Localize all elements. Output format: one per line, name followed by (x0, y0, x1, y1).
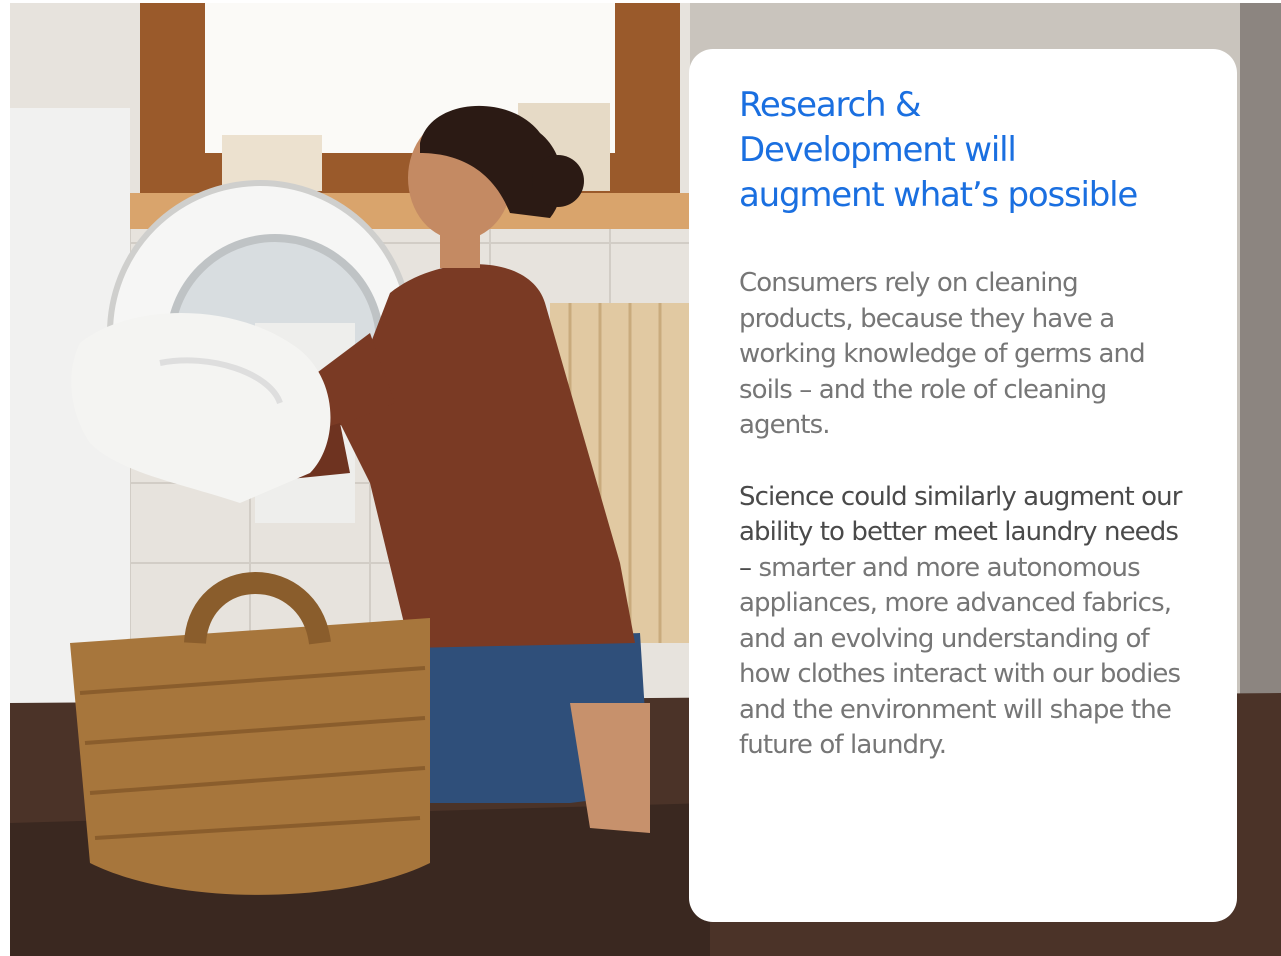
card-paragraph-2-rest: smarter and more autonomous appliances, … (739, 552, 1181, 761)
card-paragraph-2: Science could similarly augment our abil… (739, 480, 1197, 764)
card-title: Research & Development will augment what… (739, 85, 1138, 215)
card-paragraph-1: Consumers rely on cleaning products, bec… (739, 268, 1146, 440)
slide: Research & Development will augment what… (0, 0, 1281, 956)
text-card: Research & Development will augment what… (689, 49, 1237, 922)
